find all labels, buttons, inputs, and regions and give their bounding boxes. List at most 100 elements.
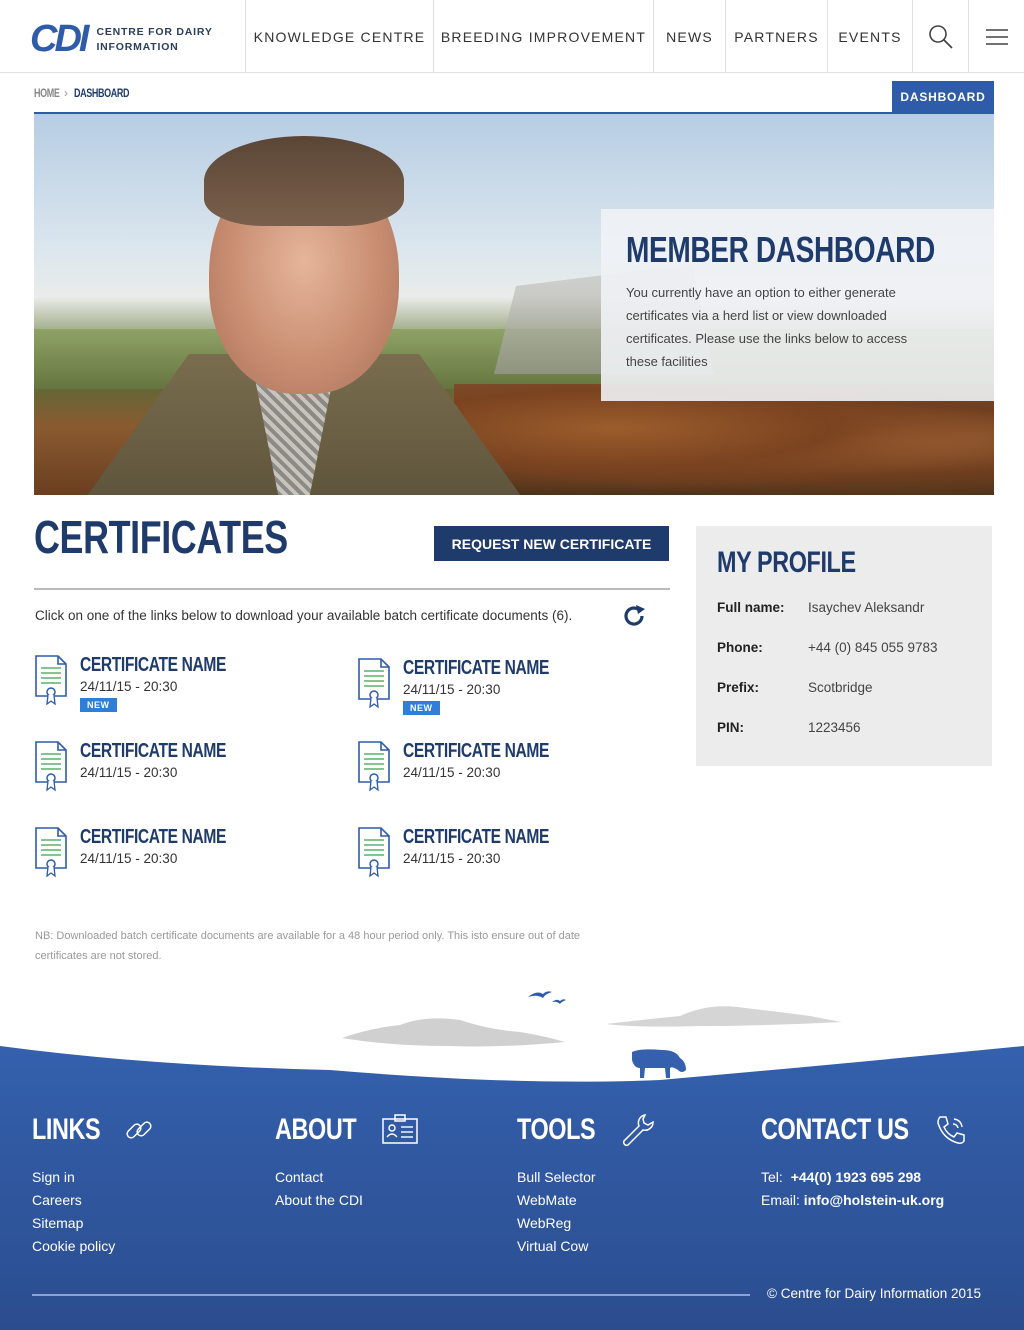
email-label: Email: <box>761 1192 800 1208</box>
certificate-body: CERTIFICATE NAME 24/11/15 - 20:30 <box>80 826 267 878</box>
logo-line-2: INFORMATION <box>96 40 179 53</box>
nav-partners[interactable]: PARTNERS <box>725 0 827 73</box>
certificates-title: CERTIFICATES <box>34 511 288 563</box>
footer-phone-row: Tel: +44(0) 1923 695 298 <box>761 1166 968 1189</box>
footer-about-column: ABOUT Contact About the CDI <box>275 1110 419 1212</box>
breadcrumb-current: DASHBOARD <box>74 86 130 100</box>
search-button[interactable] <box>912 0 968 73</box>
phone-number-link[interactable]: +44(0) 1923 695 298 <box>791 1169 921 1185</box>
email-link[interactable]: info@holstein-uk.org <box>804 1192 944 1208</box>
certificate-document-icon <box>358 741 390 792</box>
certificate-body: CERTIFICATE NAME 24/11/15 - 20:30 <box>403 740 590 792</box>
profile-title: MY PROFILE <box>717 546 856 579</box>
profile-label: Full name: <box>717 600 785 615</box>
footer-contact-column: CONTACT US Tel: +44(0) 1923 695 298 Emai… <box>761 1110 968 1212</box>
certificate-body: CERTIFICATE NAME 24/11/15 - 20:30 <box>403 826 590 878</box>
certificate-item[interactable]: CERTIFICATE NAME 24/11/15 - 20:30 <box>357 740 590 792</box>
certificate-item[interactable]: CERTIFICATE NAME 24/11/15 - 20:30 <box>34 826 267 878</box>
hero-banner: MEMBER DASHBOARD You currently have an o… <box>34 114 994 495</box>
profile-label: Phone: <box>717 640 763 655</box>
nav-events[interactable]: EVENTS <box>827 0 912 73</box>
footer-divider <box>32 1294 750 1296</box>
footer-link-contact[interactable]: Contact <box>275 1166 419 1189</box>
footer-email-row: Email: info@holstein-uk.org <box>761 1189 968 1212</box>
certificate-document-icon <box>358 658 390 709</box>
certificate-document-icon <box>358 827 390 878</box>
certificate-body: CERTIFICATE NAME 24/11/15 - 20:30 <box>80 740 267 792</box>
certificate-date: 24/11/15 - 20:30 <box>80 851 178 866</box>
wrench-icon <box>623 1114 655 1147</box>
logo-mark: CDI <box>30 18 89 60</box>
main-nav: KNOWLEDGE CENTRE BREEDING IMPROVEMENT NE… <box>245 0 1024 73</box>
hero-title: MEMBER DASHBOARD <box>626 229 935 270</box>
dashboard-tab[interactable]: DASHBOARD <box>892 81 994 113</box>
certificate-item[interactable]: CERTIFICATE NAME 24/11/15 - 20:30 NEW <box>34 654 267 713</box>
certificate-name[interactable]: CERTIFICATE NAME <box>403 826 549 848</box>
footer-tools-title: TOOLS <box>517 1113 596 1146</box>
profile-label: Prefix: <box>717 680 760 695</box>
bird-2 <box>552 999 566 1004</box>
footer-link-careers[interactable]: Careers <box>32 1189 156 1212</box>
profile-row-prefix: Prefix: Scotbridge <box>717 680 971 700</box>
certificate-date: 24/11/15 - 20:30 <box>80 765 178 780</box>
logo-text: CENTRE FOR DAIRY INFORMATION <box>96 25 212 55</box>
certificate-item[interactable]: CERTIFICATE NAME 24/11/15 - 20:30 <box>34 740 267 792</box>
nav-breeding-improvement[interactable]: BREEDING IMPROVEMENT <box>433 0 653 73</box>
certificate-body: CERTIFICATE NAME 24/11/15 - 20:30 NEW <box>403 657 590 716</box>
certificate-name[interactable]: CERTIFICATE NAME <box>80 826 226 848</box>
profile-card: MY PROFILE Full name: Isaychev Aleksandr… <box>696 526 992 766</box>
footer-about-title: ABOUT <box>275 1113 357 1146</box>
id-card-icon <box>382 1114 418 1144</box>
bird-1 <box>528 991 552 998</box>
cow-illustration <box>632 1049 686 1078</box>
certificate-item[interactable]: CERTIFICATE NAME 24/11/15 - 20:30 <box>357 826 590 878</box>
footer-link-webreg[interactable]: WebReg <box>517 1212 655 1235</box>
footer-link-about-cdi[interactable]: About the CDI <box>275 1189 419 1212</box>
new-badge: NEW <box>403 701 440 715</box>
breadcrumb-home[interactable]: HOME <box>34 86 60 100</box>
footer-link-cookie-policy[interactable]: Cookie policy <box>32 1235 156 1258</box>
certificate-body: CERTIFICATE NAME 24/11/15 - 20:30 NEW <box>80 654 267 713</box>
profile-value: Isaychev Aleksandr <box>808 600 925 615</box>
footer-link-bull-selector[interactable]: Bull Selector <box>517 1166 655 1189</box>
copyright-text: © Centre for Dairy Information 2015 <box>767 1286 982 1301</box>
profile-value: 1223456 <box>808 720 861 735</box>
certificate-name[interactable]: CERTIFICATE NAME <box>403 740 549 762</box>
certificate-date: 24/11/15 - 20:30 <box>403 682 501 697</box>
certificate-date: 24/11/15 - 20:30 <box>80 679 178 694</box>
phone-label: Tel: <box>761 1169 783 1185</box>
certificate-date: 24/11/15 - 20:30 <box>403 851 501 866</box>
certificate-document-icon <box>35 655 67 706</box>
hero-person-hair <box>204 136 404 226</box>
footer-link-webmate[interactable]: WebMate <box>517 1189 655 1212</box>
logo-line-1: CENTRE FOR DAIRY <box>96 25 213 38</box>
search-icon <box>928 24 953 49</box>
menu-icon <box>985 28 1008 45</box>
nav-news[interactable]: NEWS <box>653 0 725 73</box>
footer-link-virtual-cow[interactable]: Virtual Cow <box>517 1235 655 1258</box>
refresh-icon[interactable] <box>620 603 648 629</box>
cdi-logo[interactable]: CDI CENTRE FOR DAIRY INFORMATION <box>30 18 213 61</box>
footer-link-sitemap[interactable]: Sitemap <box>32 1212 156 1235</box>
certificates-divider <box>34 588 670 590</box>
request-certificate-button[interactable]: REQUEST NEW CERTIFICATE <box>434 526 669 561</box>
certificate-date: 24/11/15 - 20:30 <box>403 765 501 780</box>
certificates-intro: Click on one of the links below to downl… <box>35 608 573 623</box>
nav-knowledge-centre[interactable]: KNOWLEDGE CENTRE <box>245 0 433 73</box>
certificate-item[interactable]: CERTIFICATE NAME 24/11/15 - 20:30 NEW <box>357 657 590 716</box>
certificate-name[interactable]: CERTIFICATE NAME <box>403 657 549 679</box>
new-badge: NEW <box>80 698 117 712</box>
footer-link-sign-in[interactable]: Sign in <box>32 1166 156 1189</box>
cloud-right <box>606 1006 842 1027</box>
profile-row-phone: Phone: +44 (0) 845 055 9783 <box>717 640 971 660</box>
breadcrumb: HOME › DASHBOARD <box>34 86 148 100</box>
certificate-name[interactable]: CERTIFICATE NAME <box>80 654 226 676</box>
link-icon <box>125 1121 152 1139</box>
phone-icon <box>937 1116 966 1144</box>
hero-description: You currently have an option to either g… <box>626 285 908 369</box>
site-header: CDI CENTRE FOR DAIRY INFORMATION KNOWLED… <box>0 0 1024 73</box>
profile-value: Scotbridge <box>808 680 873 695</box>
certificate-name[interactable]: CERTIFICATE NAME <box>80 740 226 762</box>
menu-button[interactable] <box>968 0 1024 73</box>
certificate-document-icon <box>35 827 67 878</box>
